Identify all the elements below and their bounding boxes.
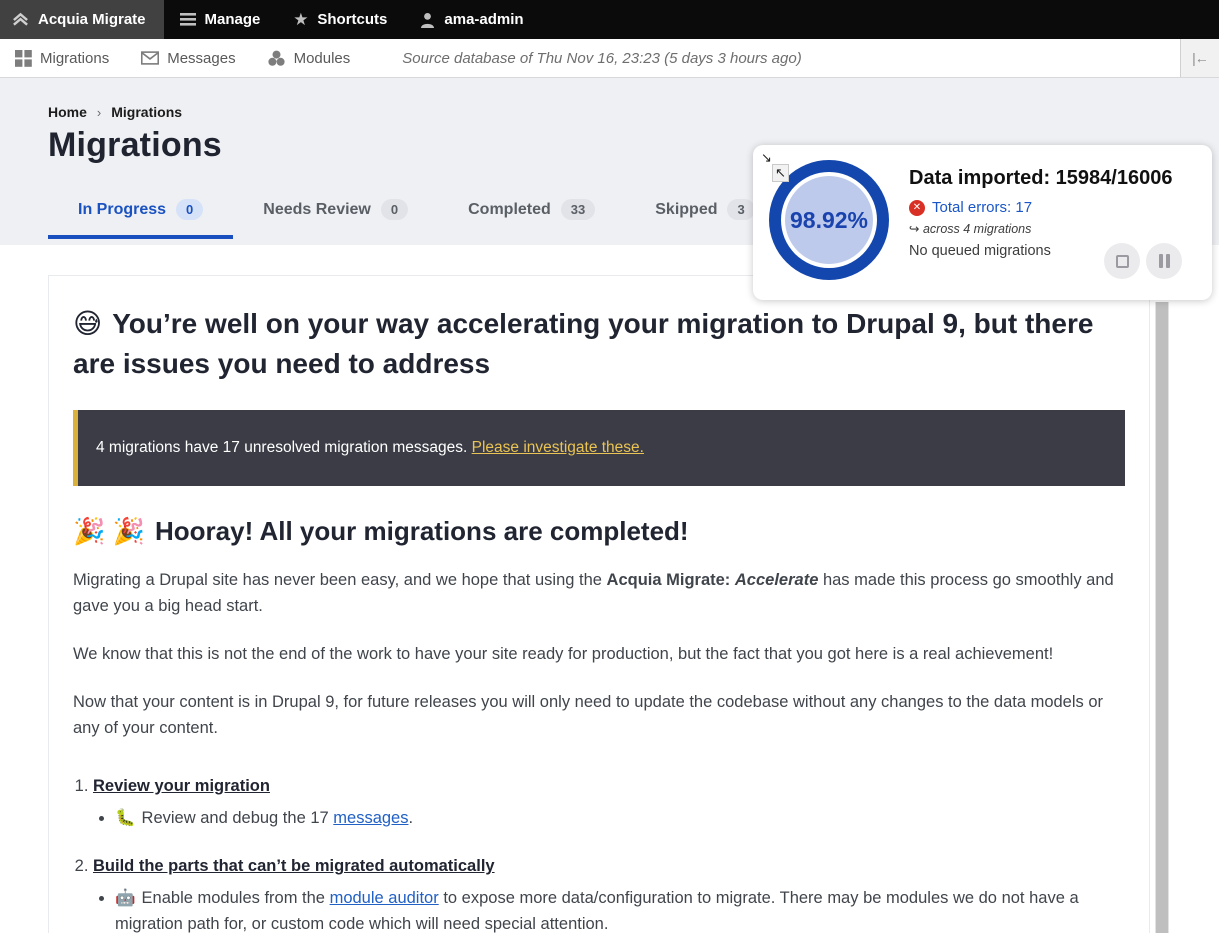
tab-count-badge: 0 xyxy=(381,199,408,220)
tab-count-badge: 0 xyxy=(176,199,203,220)
main-content: 😅You’re well on your way accelerating yo… xyxy=(0,245,1219,933)
resize-cursor-icon: ↘ xyxy=(761,150,772,166)
manage-label: Manage xyxy=(205,11,261,28)
error-icon: ✕ xyxy=(909,200,925,216)
user-icon xyxy=(419,11,436,28)
collapse-left-icon: |← xyxy=(1192,50,1208,66)
brand-acquia-migrate[interactable]: Acquia Migrate xyxy=(0,0,164,39)
step-title-review: Review your migration xyxy=(93,777,270,795)
stop-button[interactable] xyxy=(1104,243,1140,279)
admin-bar: Acquia Migrate Manage ★ Shortcuts ama-ad… xyxy=(0,0,1219,39)
tab-label: Completed xyxy=(468,201,551,219)
admin-item-manage[interactable]: Manage xyxy=(164,0,277,39)
paragraph-intro: Migrating a Drupal site has never been e… xyxy=(73,567,1125,619)
text-segment: 4 migrations have 17 unresolved migratio… xyxy=(96,439,472,456)
source-database-note: Source database of Thu Nov 16, 23:23 (5 … xyxy=(402,50,801,67)
tab-label: Needs Review xyxy=(263,201,371,219)
list-item: 🤖Enable modules from the module auditor … xyxy=(115,886,1125,933)
hooray-heading: 🎉 🎉 Hooray! All your migrations are compl… xyxy=(73,516,1125,547)
text-segment: Accelerate xyxy=(735,571,818,589)
star-icon: ★ xyxy=(292,11,309,28)
text-segment: Acquia Migrate: xyxy=(607,571,735,589)
breadcrumb-current: Migrations xyxy=(111,104,182,120)
intro-heading-text: You’re well on your way accelerating you… xyxy=(73,308,1093,379)
hook-arrow-icon: ↪ xyxy=(909,222,919,236)
intro-heading: 😅You’re well on your way accelerating yo… xyxy=(73,304,1125,384)
progress-percent: 98.92% xyxy=(790,207,868,234)
paragraph-achievement: We know that this is not the end of the … xyxy=(73,641,1125,667)
content-panel: 😅You’re well on your way accelerating yo… xyxy=(48,275,1150,933)
robot-emoji: 🤖 xyxy=(115,889,136,907)
migrations-label: Migrations xyxy=(40,50,109,67)
inline-link[interactable]: messages xyxy=(333,809,408,827)
modules-label: Modules xyxy=(294,50,351,67)
admin-item-user[interactable]: ama-admin xyxy=(403,0,539,39)
tab-count-badge: 3 xyxy=(727,199,754,220)
vertical-scrollbar[interactable] xyxy=(1155,302,1169,933)
text-segment: . xyxy=(408,809,413,827)
grid-icon xyxy=(14,49,32,67)
brand-label: Acquia Migrate xyxy=(38,11,146,28)
stop-icon xyxy=(1116,255,1129,268)
acquia-logo-icon xyxy=(12,11,29,28)
messages-label: Messages xyxy=(167,50,235,67)
hooray-heading-text: Hooray! All your migrations are complete… xyxy=(155,516,689,546)
step-title-build: Build the parts that can’t be migrated a… xyxy=(93,857,495,875)
shortcuts-label: Shortcuts xyxy=(317,11,387,28)
breadcrumb-separator: › xyxy=(97,105,101,120)
breadcrumb-home[interactable]: Home xyxy=(48,104,87,120)
data-imported-title: Data imported: 15984/16006 xyxy=(909,167,1172,190)
toolbar-item-modules[interactable]: Modules xyxy=(252,49,367,67)
modules-icon xyxy=(268,49,286,67)
text-segment: Migrating a Drupal site has never been e… xyxy=(73,571,607,589)
username-label: ama-admin xyxy=(444,11,523,28)
bug-emoji: 🐛 xyxy=(115,809,136,827)
pause-icon xyxy=(1159,254,1170,268)
toolbar-orientation-toggle[interactable]: |← xyxy=(1180,39,1219,77)
envelope-icon xyxy=(141,49,159,67)
breadcrumb: Home › Migrations xyxy=(48,104,1171,120)
inline-link[interactable]: Please investigate these. xyxy=(472,439,644,456)
tab-label: In Progress xyxy=(78,201,166,219)
hamburger-icon xyxy=(180,11,197,28)
drag-handle-icon[interactable]: ↖ xyxy=(772,164,789,182)
secondary-toolbar: Migrations Messages Modules Source datab… xyxy=(0,39,1219,78)
inline-link[interactable]: Build the parts that can’t be migrated a… xyxy=(93,857,495,875)
admin-item-shortcuts[interactable]: ★ Shortcuts xyxy=(276,0,403,39)
tab-completed[interactable]: Completed 33 xyxy=(438,186,625,239)
text-segment: Review and debug the 17 xyxy=(142,809,334,827)
paragraph-future: Now that your content is in Drupal 9, fo… xyxy=(73,689,1125,741)
list-item: 🐛 Review and debug the 17 messages. xyxy=(115,806,1125,832)
bullet-text: Review and debug the 17 messages. xyxy=(142,809,414,827)
bullet-text: Enable modules from the module auditor t… xyxy=(115,889,1079,933)
step2-sublist: 🤖Enable modules from the module auditor … xyxy=(115,886,1125,933)
progress-card: ↘ ↖ 98.92% Data imported: 15984/16006 ✕ … xyxy=(753,145,1212,300)
pause-button[interactable] xyxy=(1146,243,1182,279)
party-popper-emoji: 🎉 🎉 xyxy=(73,516,145,546)
tab-count-badge: 33 xyxy=(561,199,595,220)
step1-sublist: 🐛 Review and debug the 17 messages. xyxy=(115,806,1125,832)
progress-card-buttons xyxy=(1104,243,1182,279)
list-item: Build the parts that can’t be migrated a… xyxy=(93,857,1125,933)
inline-link[interactable]: Review your migration xyxy=(93,777,270,795)
toolbar-item-migrations[interactable]: Migrations xyxy=(0,49,125,67)
total-errors-row: ✕ Total errors: 17 xyxy=(909,199,1172,216)
tab-needs-review[interactable]: Needs Review 0 xyxy=(233,186,438,239)
errors-sub-note: ↪ across 4 migrations xyxy=(909,221,1172,236)
inline-link[interactable]: module auditor xyxy=(330,889,439,907)
next-steps-list: Review your migration 🐛 Review and debug … xyxy=(93,777,1125,933)
total-errors-link[interactable]: Total errors: 17 xyxy=(932,199,1032,216)
warning-alert: 4 migrations have 17 unresolved migratio… xyxy=(73,410,1125,486)
tab-label: Skipped xyxy=(655,201,717,219)
sweat-smile-emoji: 😅 xyxy=(73,308,102,339)
toolbar-item-messages[interactable]: Messages xyxy=(125,49,251,67)
tab-in-progress[interactable]: In Progress 0 xyxy=(48,186,233,239)
alert-text: 4 migrations have 17 unresolved migratio… xyxy=(96,439,644,456)
text-segment: Enable modules from the xyxy=(142,889,330,907)
list-item: Review your migration 🐛 Review and debug … xyxy=(93,777,1125,832)
